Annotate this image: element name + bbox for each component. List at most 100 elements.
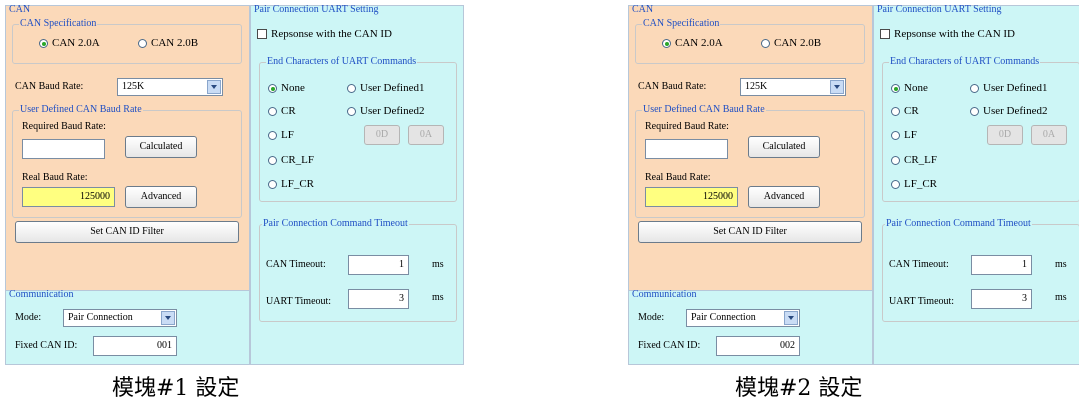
uart-timeout-label: UART Timeout: — [266, 296, 332, 307]
set-can-id-filter-button[interactable]: Set CAN ID Filter — [15, 221, 239, 243]
radio-label: CR — [904, 105, 919, 117]
uart-timeout-unit: ms — [432, 292, 444, 303]
set-can-id-filter-button[interactable]: Set CAN ID Filter — [638, 221, 862, 243]
can-spec-group: CAN Specification CAN 2.0A CAN 2.0B — [12, 18, 242, 64]
radio-user-defined-2[interactable]: User Defined2 — [347, 105, 424, 117]
radio-indicator — [891, 155, 900, 165]
mode-value: Pair Connection — [68, 312, 133, 323]
can-baud-select[interactable]: 125K — [740, 78, 846, 96]
mode-select[interactable]: Pair Connection — [686, 309, 800, 327]
required-baud-input[interactable] — [22, 139, 105, 159]
radio-indicator — [662, 38, 671, 48]
communication-title: Communication — [632, 289, 697, 300]
chevron-down-icon — [161, 311, 175, 325]
checkbox-indicator — [257, 29, 267, 39]
user-baud-group: User Defined CAN Baud Rate Required Baud… — [635, 104, 865, 218]
radio-lf[interactable]: LF — [891, 129, 917, 141]
uart-panel-title: Pair Connection UART Setting — [254, 4, 379, 15]
user-baud-title: User Defined CAN Baud Rate — [642, 104, 766, 115]
radio-indicator — [891, 130, 900, 140]
radio-indicator — [970, 106, 979, 116]
can-spec-title: CAN Specification — [19, 18, 98, 29]
radio-indicator — [347, 83, 356, 93]
end-characters-title: End Characters of UART Commands — [889, 56, 1041, 67]
can-timeout-label: CAN Timeout: — [266, 259, 326, 270]
radio-can-2-0b[interactable]: CAN 2.0B — [761, 37, 821, 49]
mode-select[interactable]: Pair Connection — [63, 309, 177, 327]
advanced-button[interactable]: Advanced — [748, 186, 820, 208]
chevron-down-icon — [784, 311, 798, 325]
chevron-down-icon — [830, 80, 844, 94]
radio-cr[interactable]: CR — [891, 105, 919, 117]
communication-title: Communication — [9, 289, 74, 300]
radio-can-2-0b[interactable]: CAN 2.0B — [138, 37, 198, 49]
timeout-group: Pair Connection Command Timeout CAN Time… — [882, 218, 1079, 322]
can-spec-group: CAN Specification CAN 2.0A CAN 2.0B — [635, 18, 865, 64]
radio-can-2-0a[interactable]: CAN 2.0A — [662, 37, 723, 49]
radio-lf[interactable]: LF — [268, 129, 294, 141]
radio-label: CAN 2.0A — [675, 37, 723, 49]
radio-cr-lf[interactable]: CR_LF — [891, 154, 937, 166]
uart-timeout-input[interactable]: 3 — [348, 289, 409, 309]
can-baud-select[interactable]: 125K — [117, 78, 223, 96]
fixed-can-id-input[interactable]: 002 — [716, 336, 800, 356]
can-baud-label: CAN Baud Rate: — [15, 81, 84, 92]
end-characters-group: End Characters of UART Commands None CR … — [882, 56, 1079, 202]
mode-value: Pair Connection — [691, 312, 756, 323]
radio-indicator — [268, 106, 277, 116]
radio-indicator — [970, 83, 979, 93]
radio-label: User Defined1 — [983, 82, 1048, 94]
radio-can-2-0a[interactable]: CAN 2.0A — [39, 37, 100, 49]
radio-indicator — [891, 106, 900, 116]
hex-0d-button[interactable]: 0D — [987, 125, 1023, 145]
response-with-can-id-checkbox[interactable]: Repsonse with the CAN ID — [257, 28, 392, 40]
can-timeout-input[interactable]: 1 — [971, 255, 1032, 275]
required-baud-input[interactable] — [645, 139, 728, 159]
radio-indicator — [138, 38, 147, 48]
radio-user-defined-2[interactable]: User Defined2 — [970, 105, 1047, 117]
radio-label: User Defined2 — [360, 105, 425, 117]
radio-none[interactable]: None — [268, 82, 305, 94]
radio-cr[interactable]: CR — [268, 105, 296, 117]
real-baud-label: Real Baud Rate: — [22, 172, 88, 183]
radio-none[interactable]: None — [891, 82, 928, 94]
radio-cr-lf[interactable]: CR_LF — [268, 154, 314, 166]
hex-0a-button[interactable]: 0A — [1031, 125, 1067, 145]
checkbox-label: Repsonse with the CAN ID — [894, 28, 1015, 40]
radio-indicator — [268, 179, 277, 189]
checkbox-label: Repsonse with the CAN ID — [271, 28, 392, 40]
radio-label: User Defined2 — [983, 105, 1048, 117]
radio-label: CAN 2.0B — [151, 37, 199, 49]
radio-user-defined-1[interactable]: User Defined1 — [347, 82, 424, 94]
checkbox-indicator — [880, 29, 890, 39]
can-timeout-label: CAN Timeout: — [889, 259, 949, 270]
advanced-button[interactable]: Advanced — [125, 186, 197, 208]
response-with-can-id-checkbox[interactable]: Repsonse with the CAN ID — [880, 28, 1015, 40]
radio-label: LF_CR — [904, 178, 938, 190]
can-timeout-input[interactable]: 1 — [348, 255, 409, 275]
hex-0d-button[interactable]: 0D — [364, 125, 400, 145]
real-baud-value: 125000 — [22, 187, 115, 207]
uart-timeout-input[interactable]: 3 — [971, 289, 1032, 309]
radio-label: CR_LF — [281, 154, 315, 166]
radio-label: CR — [281, 105, 296, 117]
radio-user-defined-1[interactable]: User Defined1 — [970, 82, 1047, 94]
radio-indicator — [39, 38, 48, 48]
calculated-button[interactable]: Calculated — [748, 136, 820, 158]
radio-indicator — [347, 106, 356, 116]
user-baud-group: User Defined CAN Baud Rate Required Baud… — [12, 104, 242, 218]
radio-label: LF — [281, 129, 294, 141]
can-timeout-unit: ms — [432, 259, 444, 270]
calculated-button[interactable]: Calculated — [125, 136, 197, 158]
module-1-settings: CAN CAN Specification CAN 2.0A CAN 2.0B … — [5, 4, 464, 365]
can-panel-title: CAN — [9, 4, 31, 15]
uart-panel: Pair Connection UART Setting Repsonse wi… — [873, 4, 1079, 365]
fixed-can-id-input[interactable]: 001 — [93, 336, 177, 356]
hex-0a-button[interactable]: 0A — [408, 125, 444, 145]
radio-label: CR_LF — [904, 154, 938, 166]
uart-timeout-unit: ms — [1055, 292, 1067, 303]
radio-lf-cr[interactable]: LF_CR — [891, 178, 937, 190]
radio-lf-cr[interactable]: LF_CR — [268, 178, 314, 190]
can-baud-label: CAN Baud Rate: — [638, 81, 707, 92]
radio-indicator — [268, 130, 277, 140]
